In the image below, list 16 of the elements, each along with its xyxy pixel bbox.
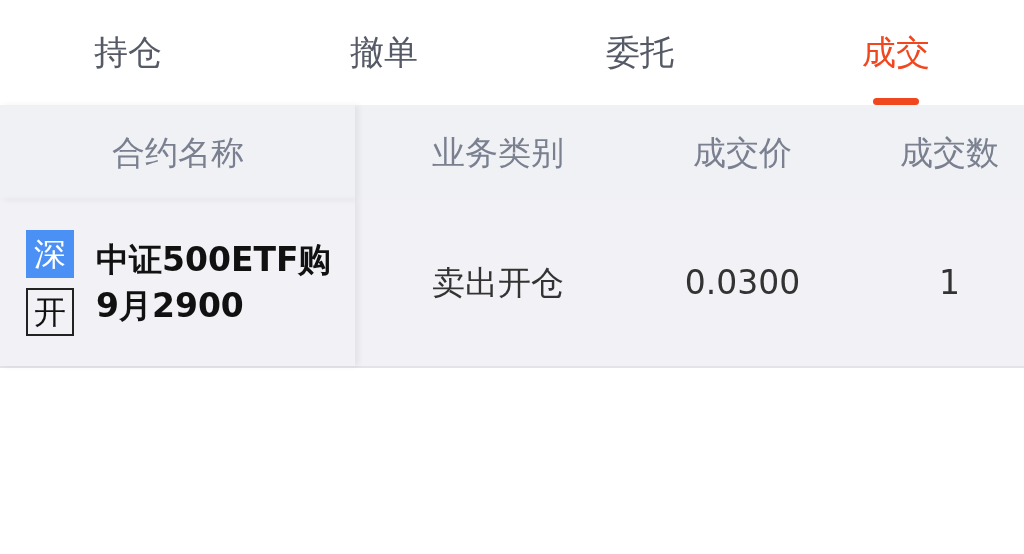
tab[interactable]: 撤单: [256, 0, 512, 105]
table-cell-text: 0.0300: [684, 262, 801, 305]
active-tab-indicator: [873, 98, 919, 105]
table-cell-text: 1: [938, 262, 961, 305]
market-tag: 深: [26, 230, 74, 278]
tab[interactable]: 持仓: [0, 0, 256, 105]
column-header: 成交数: [899, 131, 1000, 174]
column-header: 成交价: [693, 131, 792, 174]
tab[interactable]: 委托: [512, 0, 768, 105]
table-cell-text: 卖出开仓: [431, 262, 564, 305]
tab[interactable]: 成交: [768, 0, 1024, 105]
contract-name: 中证500ETF购: [96, 238, 332, 281]
column-header: 业务类别: [431, 131, 564, 174]
contract-name: 9月2900: [96, 285, 245, 327]
column-header: 合约名称: [111, 131, 244, 174]
market-tag: 开: [26, 288, 74, 336]
